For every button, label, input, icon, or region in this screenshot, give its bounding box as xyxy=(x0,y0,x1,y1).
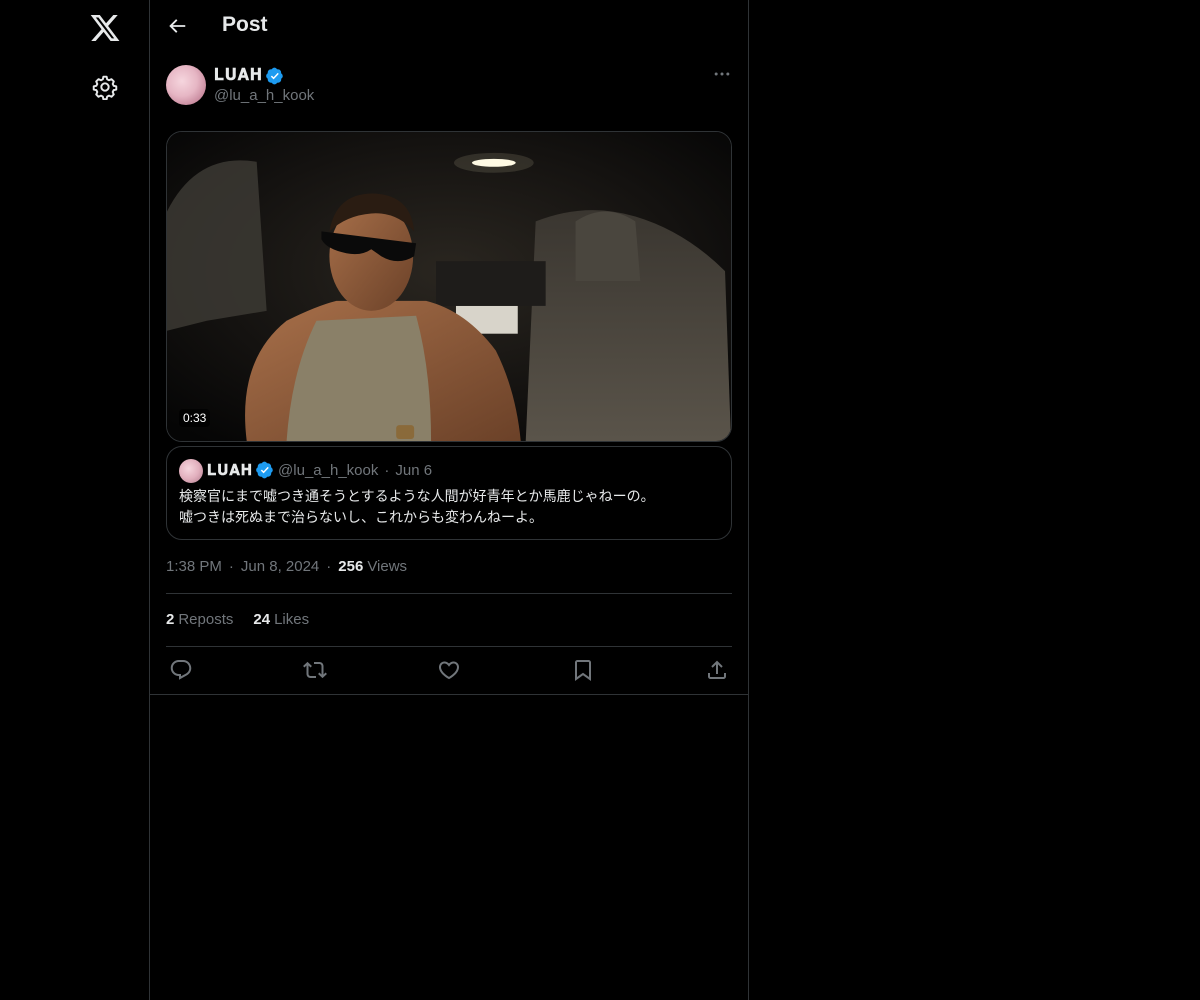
arrow-left-icon[interactable] xyxy=(166,15,188,37)
engagement-stats: 2 Reposts 24 Likes xyxy=(166,611,329,628)
verified-badge-icon xyxy=(266,67,283,85)
quoted-tweet[interactable]: 𝐋𝐔𝐀𝐇 @lu_a_h_kook · Jun 6 検察官にまで嘘つき通そうとす… xyxy=(166,446,732,540)
author-name[interactable]: 𝐋𝐔𝐀𝐇 xyxy=(214,67,263,85)
more-horizontal-icon[interactable] xyxy=(712,64,732,84)
divider xyxy=(166,646,732,647)
reposts-stat[interactable]: 2 Reposts xyxy=(166,611,233,628)
reposts-label: Reposts xyxy=(178,611,234,628)
video-media[interactable]: 0:33 xyxy=(166,131,732,442)
tweet-author: 𝐋𝐔𝐀𝐇 @lu_a_h_kook xyxy=(166,64,732,108)
avatar[interactable] xyxy=(166,65,206,105)
quote-avatar[interactable] xyxy=(179,459,203,483)
views-count: 256 xyxy=(338,558,364,575)
repost-icon[interactable] xyxy=(303,658,327,682)
video-duration: 0:33 xyxy=(179,409,211,427)
x-logo-icon[interactable] xyxy=(89,12,121,44)
quote-text: 検察官にまで嘘つき通そうとするような人間が好青年とか馬鹿じゃねーの。 嘘つきは死… xyxy=(179,487,719,529)
heart-icon[interactable] xyxy=(437,658,461,682)
page-header: Post xyxy=(150,0,748,54)
bookmark-icon[interactable] xyxy=(571,658,595,682)
tweet-date[interactable]: Jun 8, 2024 xyxy=(241,558,319,575)
left-rail xyxy=(0,0,150,1000)
timestamp-separator: · xyxy=(326,558,332,575)
quote-separator: · xyxy=(384,461,390,479)
views-label: Views xyxy=(367,558,408,575)
tweet-time[interactable]: 1:38 PM xyxy=(166,558,222,575)
quote-meta: 𝐋𝐔𝐀𝐇 @lu_a_h_kook · Jun 6 xyxy=(207,461,432,479)
author-name-row: 𝐋𝐔𝐀𝐇 xyxy=(214,66,284,86)
share-icon[interactable] xyxy=(705,658,729,682)
quote-text-line: 嘘つきは死ぬまで治らないし、これからも変わんねーよ。 xyxy=(179,510,543,526)
video-thumbnail xyxy=(167,132,731,441)
main-column: Post 𝐋𝐔𝐀𝐇 @lu_a_h_kook 0:33 𝐋𝐔𝐀𝐇 @lu_a_h… xyxy=(150,0,749,1000)
page-title: Post xyxy=(222,13,268,36)
action-bar xyxy=(166,658,732,682)
likes-count: 24 xyxy=(253,611,271,628)
likes-stat[interactable]: 24 Likes xyxy=(253,611,309,628)
quote-date[interactable]: Jun 6 xyxy=(395,462,432,479)
quote-text-line: 検察官にまで嘘つき通そうとするような人間が好青年とか馬鹿じゃねーの。 xyxy=(179,489,655,505)
author-handle[interactable]: @lu_a_h_kook xyxy=(214,87,314,104)
gear-icon[interactable] xyxy=(92,74,118,100)
timestamp-separator: · xyxy=(228,558,234,575)
reposts-count: 2 xyxy=(166,611,175,628)
reply-icon[interactable] xyxy=(169,658,193,682)
quote-author-name[interactable]: 𝐋𝐔𝐀𝐇 xyxy=(207,462,253,479)
divider xyxy=(150,694,748,695)
tweet-timestamp: 1:38 PM · Jun 8, 2024 · 256 Views xyxy=(166,558,407,575)
likes-label: Likes xyxy=(274,611,310,628)
divider xyxy=(166,593,732,594)
verified-badge-icon xyxy=(256,461,273,479)
quote-author-handle[interactable]: @lu_a_h_kook xyxy=(278,462,378,479)
